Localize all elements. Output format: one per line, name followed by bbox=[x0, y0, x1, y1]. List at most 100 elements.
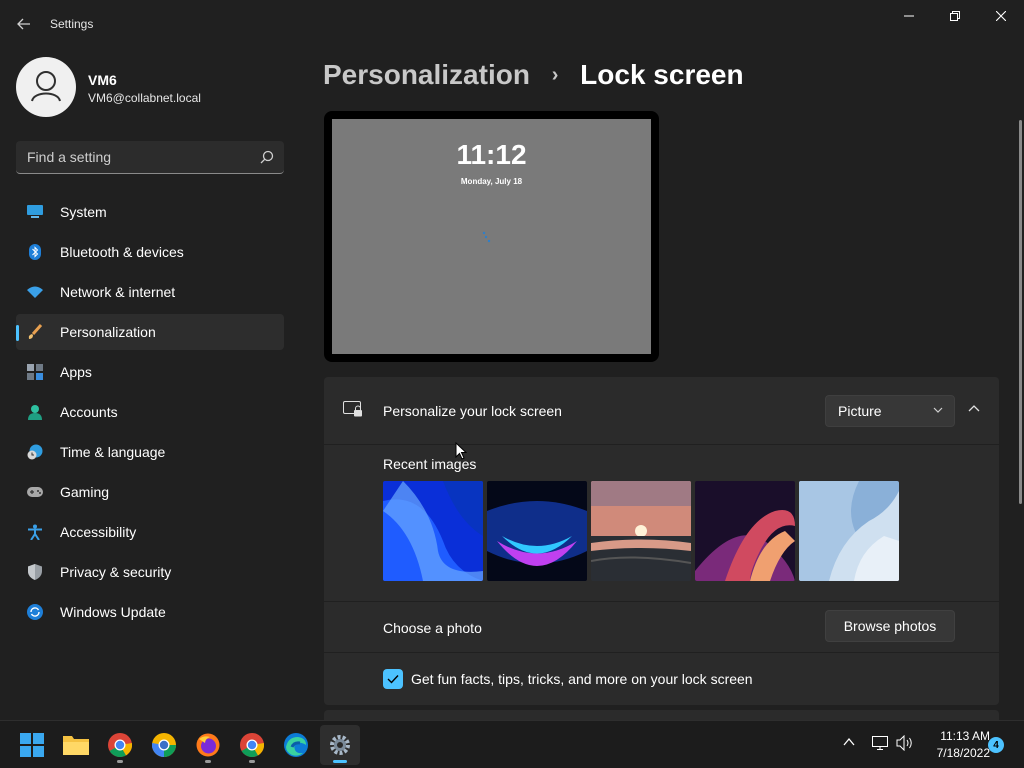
taskbar-chrome[interactable] bbox=[100, 725, 140, 765]
brush-icon bbox=[27, 324, 43, 340]
search-input[interactable]: Find a setting bbox=[16, 141, 284, 174]
recent-images-list bbox=[383, 481, 903, 581]
fun-facts-checkbox[interactable] bbox=[383, 669, 403, 689]
start-button[interactable] bbox=[12, 725, 52, 765]
sidebar-item-label: System bbox=[60, 204, 107, 220]
dropdown-value: Picture bbox=[838, 403, 882, 419]
sidebar-item-label: Apps bbox=[60, 364, 92, 380]
sidebar-item-label: Bluetooth & devices bbox=[60, 244, 184, 260]
sidebar-item-windows-update[interactable]: Windows Update bbox=[16, 594, 284, 630]
scrollbar-thumb[interactable] bbox=[1019, 120, 1022, 504]
start-icon bbox=[20, 733, 44, 757]
close-button[interactable] bbox=[978, 0, 1024, 32]
checkmark-icon bbox=[387, 675, 399, 684]
tray-overflow-icon[interactable] bbox=[842, 735, 856, 749]
breadcrumb-separator: › bbox=[551, 64, 559, 86]
sidebar-item-accessibility[interactable]: Accessibility bbox=[16, 514, 284, 550]
file-explorer-icon bbox=[63, 736, 89, 755]
lock-screen-icon bbox=[343, 401, 362, 417]
taskbar-clock-date[interactable]: 7/18/2022 bbox=[920, 746, 990, 760]
wifi-icon bbox=[27, 284, 43, 300]
sidebar-item-label: Gaming bbox=[60, 484, 110, 500]
browse-photos-button[interactable]: Browse photos bbox=[825, 610, 955, 642]
running-indicator bbox=[249, 760, 255, 763]
lock-screen-preview: 11:12 Monday, July 18 bbox=[324, 111, 659, 362]
sidebar-item-label: Accessibility bbox=[60, 524, 137, 540]
restore-button[interactable] bbox=[932, 0, 978, 32]
taskbar-chrome-alt[interactable] bbox=[144, 725, 184, 765]
sidebar-item-privacy[interactable]: Privacy & security bbox=[16, 554, 284, 590]
recent-image-1[interactable] bbox=[383, 481, 483, 581]
chevron-down-icon bbox=[933, 407, 943, 413]
recent-image-5[interactable] bbox=[799, 481, 899, 581]
update-icon bbox=[27, 604, 43, 620]
sidebar-item-gaming[interactable]: Gaming bbox=[16, 474, 284, 510]
fun-facts-row: Get fun facts, tips, tricks, and more on… bbox=[324, 653, 999, 705]
taskbar: 11:13 AM 7/18/2022 4 bbox=[0, 720, 1024, 768]
sidebar-nav: System Bluetooth & devices Network & int… bbox=[16, 194, 284, 634]
firefox-icon bbox=[196, 733, 220, 757]
chrome-icon bbox=[108, 733, 132, 757]
settings-gear-icon bbox=[330, 735, 350, 755]
preview-screen: 11:12 Monday, July 18 bbox=[332, 119, 651, 354]
sidebar-item-label: Accounts bbox=[60, 404, 118, 420]
sidebar-item-bluetooth[interactable]: Bluetooth & devices bbox=[16, 234, 284, 270]
back-button[interactable] bbox=[12, 12, 36, 36]
personalize-lock-screen-row[interactable]: Personalize your lock screen Picture bbox=[324, 377, 999, 444]
clock-globe-icon bbox=[27, 444, 43, 460]
sidebar-item-label: Privacy & security bbox=[60, 564, 172, 580]
choose-photo-label: Choose a photo bbox=[383, 620, 482, 636]
profile-email: VM6@collabnet.local bbox=[88, 91, 201, 105]
next-setting-row bbox=[324, 710, 999, 720]
mouse-cursor-icon bbox=[455, 442, 467, 460]
recent-image-2[interactable] bbox=[487, 481, 587, 581]
taskbar-firefox[interactable] bbox=[188, 725, 228, 765]
sidebar-item-label: Time & language bbox=[60, 444, 166, 460]
sidebar-item-label: Network & internet bbox=[60, 284, 176, 300]
title-bar: Settings bbox=[0, 0, 1024, 48]
choose-photo-row: Choose a photo Browse photos bbox=[324, 602, 999, 652]
fun-facts-label[interactable]: Get fun facts, tips, tricks, and more on… bbox=[411, 671, 753, 687]
taskbar-chrome-2[interactable] bbox=[232, 725, 272, 765]
sidebar-item-accounts[interactable]: Accounts bbox=[16, 394, 284, 430]
recent-images-section: Recent images bbox=[324, 445, 999, 601]
accessibility-icon bbox=[27, 524, 43, 540]
system-icon bbox=[27, 204, 43, 220]
edge-icon bbox=[284, 733, 308, 757]
restore-icon bbox=[950, 11, 960, 21]
search-placeholder: Find a setting bbox=[27, 149, 112, 165]
sidebar: VM6 VM6@collabnet.local Find a setting S… bbox=[0, 48, 300, 720]
minimize-icon bbox=[904, 15, 914, 17]
recent-image-3[interactable] bbox=[591, 481, 691, 581]
app-title: Settings bbox=[50, 17, 94, 31]
avatar[interactable] bbox=[16, 57, 76, 117]
preview-date: Monday, July 18 bbox=[460, 177, 523, 186]
recent-image-4[interactable] bbox=[695, 481, 795, 581]
sidebar-item-apps[interactable]: Apps bbox=[16, 354, 284, 390]
network-icon[interactable] bbox=[872, 735, 888, 751]
minimize-button[interactable] bbox=[886, 0, 932, 32]
breadcrumb: Personalization › Lock screen bbox=[323, 59, 744, 91]
chrome-icon-2 bbox=[240, 733, 264, 757]
breadcrumb-parent[interactable]: Personalization bbox=[323, 59, 530, 90]
apps-icon bbox=[27, 364, 43, 380]
back-arrow-icon bbox=[17, 18, 30, 30]
bluetooth-icon bbox=[27, 244, 43, 260]
volume-icon[interactable] bbox=[896, 735, 914, 751]
sidebar-item-network[interactable]: Network & internet bbox=[16, 274, 284, 310]
chevron-up-icon[interactable] bbox=[965, 400, 983, 418]
sidebar-item-time-language[interactable]: Time & language bbox=[16, 434, 284, 470]
taskbar-clock-time[interactable]: 11:13 AM bbox=[920, 729, 990, 743]
taskbar-settings[interactable] bbox=[320, 725, 360, 765]
notification-badge[interactable]: 4 bbox=[988, 737, 1004, 753]
main-content: Personalization › Lock screen 11:12 Mond… bbox=[300, 48, 1024, 720]
chrome-alt-icon bbox=[152, 733, 176, 757]
lock-screen-type-dropdown[interactable]: Picture bbox=[825, 395, 955, 427]
search-icon bbox=[260, 150, 274, 164]
close-icon bbox=[996, 11, 1006, 21]
sidebar-item-personalization[interactable]: Personalization bbox=[16, 314, 284, 350]
sidebar-item-system[interactable]: System bbox=[16, 194, 284, 230]
preview-time: 11:12 bbox=[456, 139, 527, 170]
taskbar-edge[interactable] bbox=[276, 725, 316, 765]
taskbar-file-explorer[interactable] bbox=[56, 725, 96, 765]
